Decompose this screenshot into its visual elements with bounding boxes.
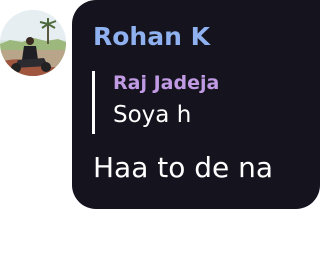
message-bubble[interactable]: Rohan K Raj Jadeja Soya h Haa to de na — [72, 0, 320, 209]
quoted-reply[interactable]: Raj Jadeja Soya h — [92, 71, 219, 134]
sender-avatar[interactable] — [0, 10, 66, 76]
sender-name[interactable]: Rohan K — [93, 22, 210, 52]
avatar-photo-icon — [0, 10, 66, 76]
quoted-reply-text: Soya h — [113, 102, 192, 128]
chat-message-row: Rohan K Raj Jadeja Soya h Haa to de na — [0, 0, 320, 256]
message-text: Haa to de na — [93, 151, 274, 184]
quoted-reply-author: Raj Jadeja — [113, 72, 220, 94]
